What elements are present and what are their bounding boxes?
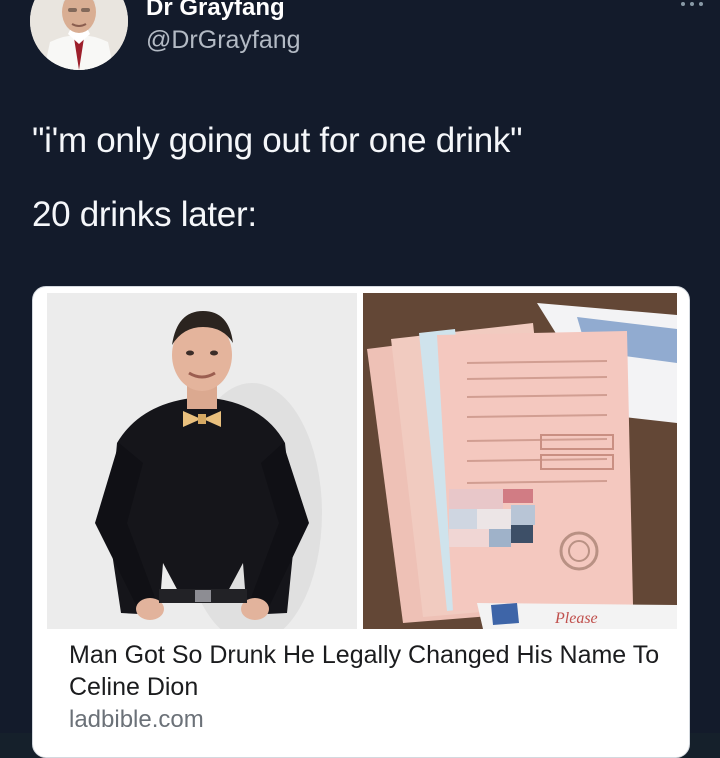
pixelated-blur (449, 489, 535, 547)
display-name[interactable]: Dr Grayfang (146, 0, 285, 22)
link-card-domain: ladbible.com (69, 706, 204, 733)
link-card[interactable]: Please Man Got So Drunk He Legally Chang… (32, 286, 690, 758)
document-handwriting: Please (554, 610, 598, 627)
tweet: Dr Grayfang @DrGrayfang "i'm only going … (0, 0, 720, 758)
link-card-image: Please (47, 293, 677, 629)
more-options-button[interactable] (680, 0, 706, 12)
avatar[interactable] (30, 0, 128, 70)
avatar-photo (30, 0, 128, 70)
user-handle[interactable]: @DrGrayfang (146, 26, 301, 55)
man-photo (47, 293, 357, 629)
link-card-title[interactable]: Man Got So Drunk He Legally Changed His … (69, 639, 669, 703)
more-horizontal-icon (681, 2, 685, 6)
documents-photo: Please (363, 293, 677, 629)
tweet-text-line-2: 20 drinks later: (32, 195, 257, 234)
tweet-text-line-1: "i'm only going out for one drink" (32, 121, 523, 160)
